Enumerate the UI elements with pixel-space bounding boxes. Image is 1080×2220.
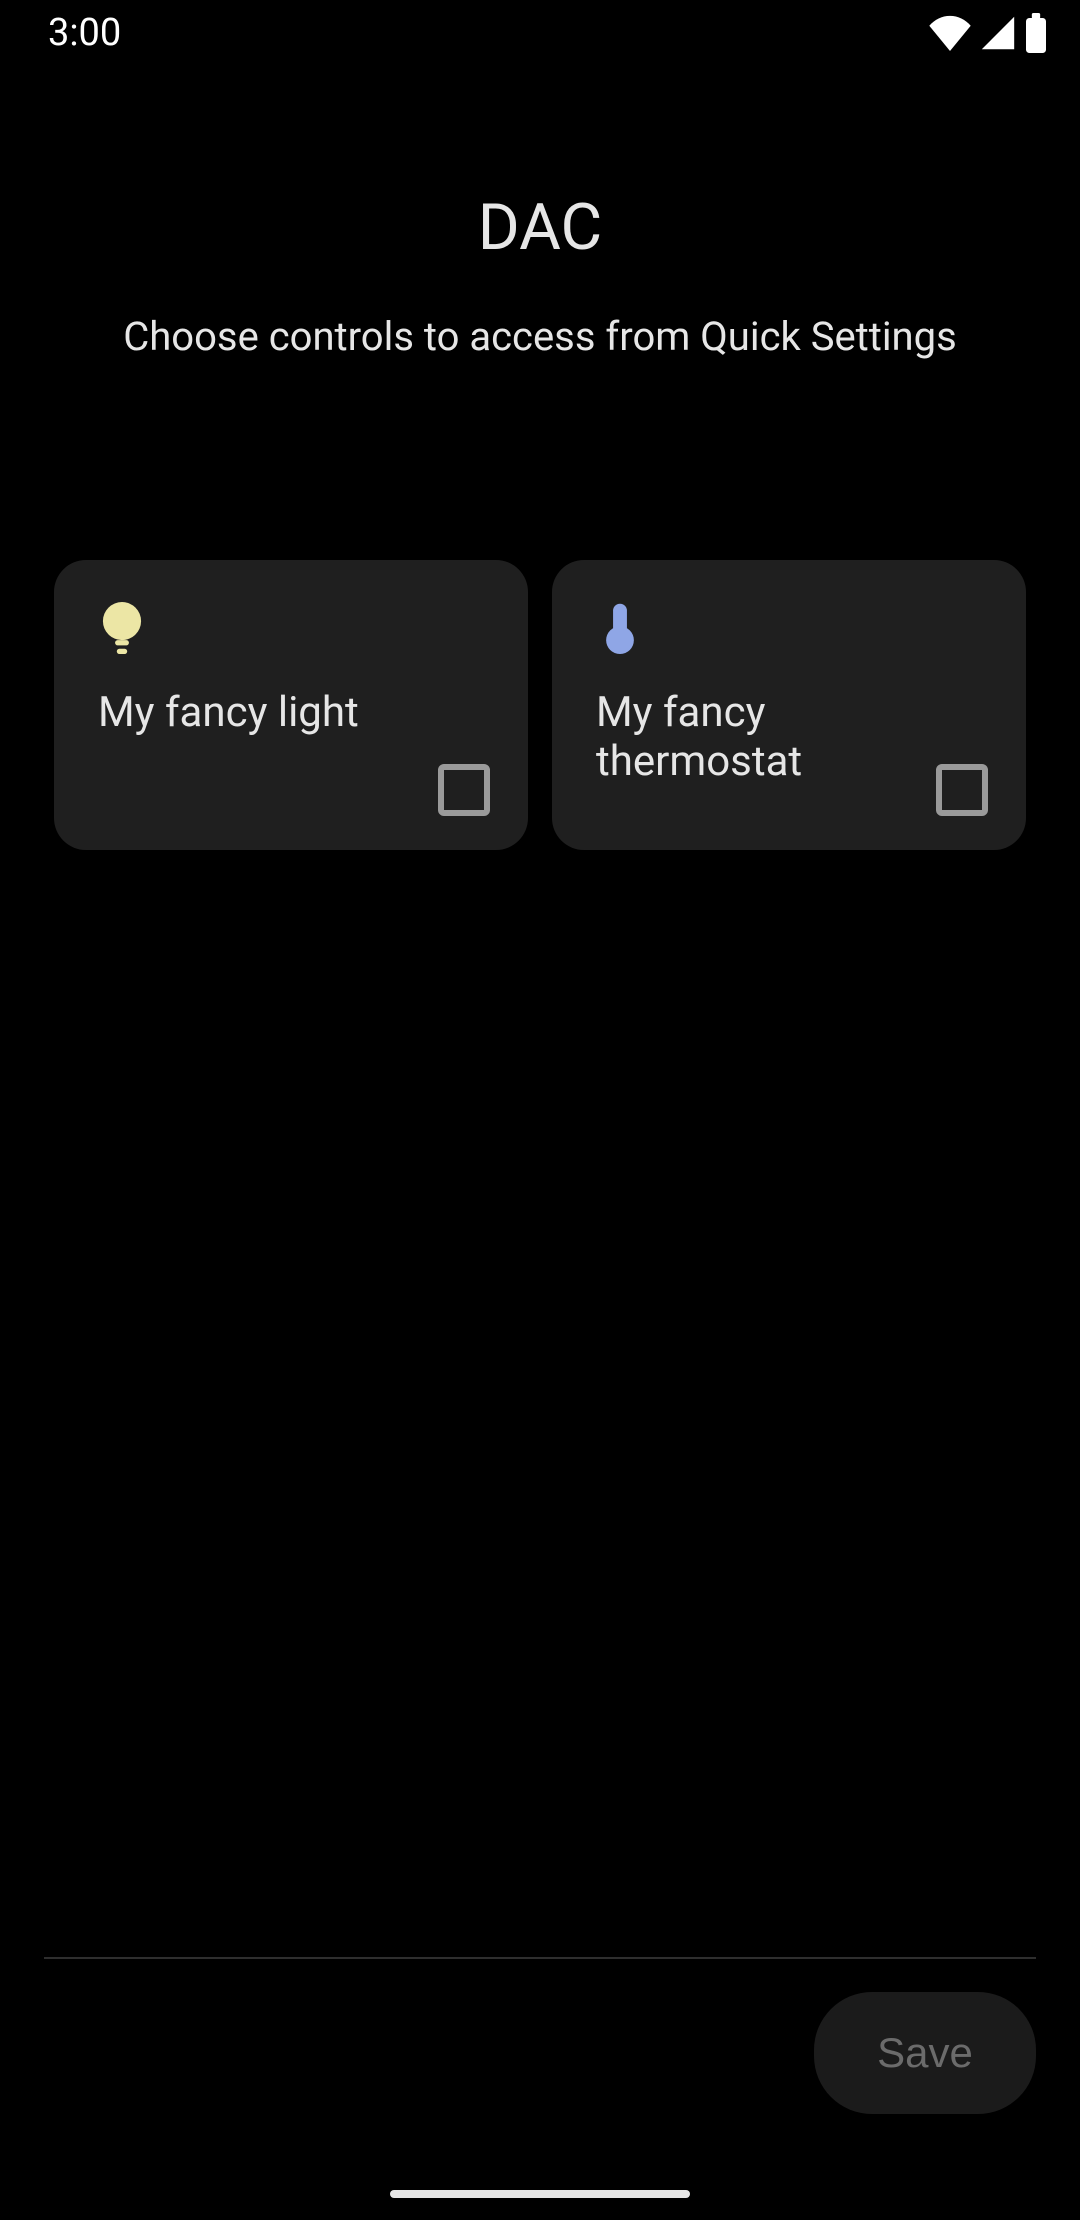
home-indicator[interactable] bbox=[390, 2190, 690, 2198]
wifi-icon bbox=[928, 15, 972, 51]
control-card-thermostat[interactable]: My fancy thermostat bbox=[552, 560, 1026, 850]
cellular-icon bbox=[980, 15, 1016, 51]
control-card-label: My fancy thermostat bbox=[596, 688, 982, 786]
control-card-light[interactable]: My fancy light bbox=[54, 560, 528, 850]
control-card-checkbox[interactable] bbox=[936, 764, 988, 816]
controls-grid: My fancy light My fancy thermostat bbox=[54, 560, 1026, 850]
page-header: DAC Choose controls to access from Quick… bbox=[0, 190, 1080, 360]
footer-bar: Save bbox=[0, 1992, 1080, 2114]
page-title: DAC bbox=[0, 190, 1080, 265]
status-icons bbox=[928, 13, 1048, 53]
lightbulb-icon bbox=[98, 604, 146, 652]
thermometer-icon bbox=[596, 604, 644, 652]
battery-icon bbox=[1024, 13, 1048, 53]
footer-divider bbox=[44, 1957, 1036, 1959]
control-card-checkbox[interactable] bbox=[438, 764, 490, 816]
status-bar: 3:00 bbox=[0, 0, 1080, 66]
save-button[interactable]: Save bbox=[814, 1992, 1036, 2114]
status-time: 3:00 bbox=[48, 11, 121, 55]
control-card-label: My fancy light bbox=[98, 688, 484, 737]
page-subtitle: Choose controls to access from Quick Set… bbox=[0, 313, 1080, 360]
